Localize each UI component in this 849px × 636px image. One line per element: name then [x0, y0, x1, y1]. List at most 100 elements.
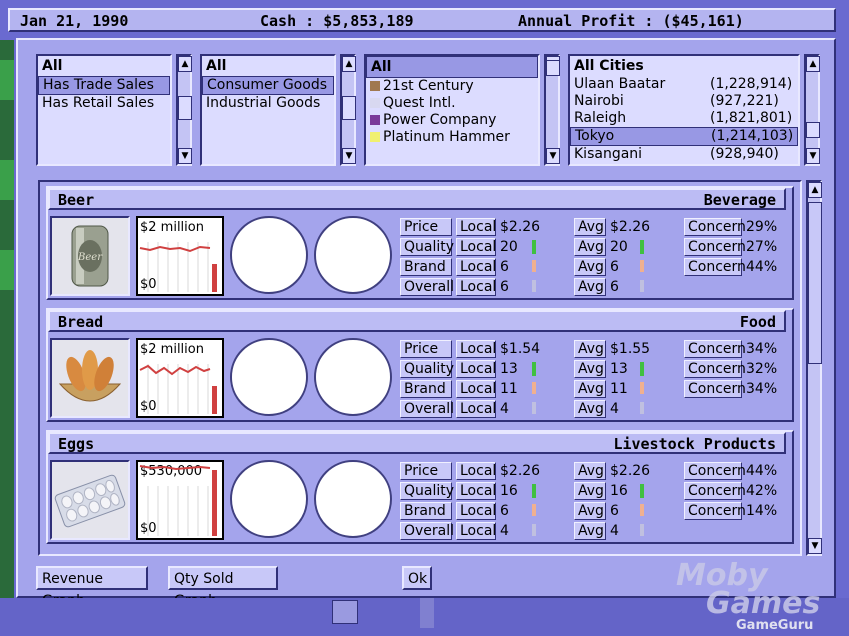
city-item[interactable]: Kisangani (928,940): [570, 146, 798, 163]
local-brand-bar: [532, 382, 536, 394]
city-scrollbar[interactable]: ▲ ▼: [804, 54, 820, 166]
avg-button[interactable]: Avg: [574, 400, 606, 418]
local-button[interactable]: Local: [456, 238, 496, 256]
avg-button[interactable]: Avg: [574, 360, 606, 378]
local-button[interactable]: Local: [456, 340, 496, 358]
scroll-up-icon[interactable]: ▲: [342, 56, 356, 72]
revenue-graph-button[interactable]: Revenue Graph: [36, 566, 148, 609]
city-item[interactable]: Raleigh (1,821,801): [570, 110, 798, 127]
scroll-down-icon[interactable]: ▼: [178, 148, 192, 164]
price-button[interactable]: Price: [400, 462, 452, 480]
concern-button[interactable]: Concern: [684, 462, 746, 480]
goods-type-list[interactable]: All Consumer Goods Industrial Goods: [200, 54, 336, 166]
avg-button[interactable]: Avg: [574, 278, 606, 296]
list-item[interactable]: Has Retail Sales: [38, 95, 170, 112]
quality-button[interactable]: Quality: [400, 482, 454, 500]
scroll-thumb[interactable]: [546, 60, 560, 76]
local-button[interactable]: Local: [456, 278, 496, 296]
list-item[interactable]: Has Trade Sales: [38, 76, 170, 95]
local-button[interactable]: Local: [456, 258, 496, 276]
local-button[interactable]: Local: [456, 380, 496, 398]
city-list[interactable]: All Cities Ulaan Baatar (1,228,914) Nairo…: [568, 54, 800, 166]
sales-type-list[interactable]: All Has Trade Sales Has Retail Sales: [36, 54, 172, 166]
list-item[interactable]: Platinum Hammer: [366, 129, 538, 146]
scroll-up-icon[interactable]: ▲: [808, 182, 822, 198]
scroll-up-icon[interactable]: ▲: [806, 56, 820, 72]
list-item[interactable]: Quest Intl.: [366, 95, 538, 112]
company-header[interactable]: All: [366, 56, 538, 78]
avg-button[interactable]: Avg: [574, 522, 606, 540]
scroll-down-icon[interactable]: ▼: [342, 148, 356, 164]
price-button[interactable]: Price: [400, 218, 452, 236]
sales-type-header[interactable]: All: [38, 56, 170, 76]
scroll-thumb[interactable]: [808, 202, 822, 364]
concern-button[interactable]: Concern: [684, 380, 746, 398]
local-overall-value: 4: [500, 401, 509, 417]
scroll-up-icon[interactable]: ▲: [178, 56, 192, 72]
avg-button[interactable]: Avg: [574, 258, 606, 276]
overall-button[interactable]: Overall: [400, 400, 454, 418]
company-scrollbar[interactable]: ▲ ▼: [544, 54, 560, 166]
toolbar-button[interactable]: [332, 600, 358, 624]
brand-button[interactable]: Brand: [400, 502, 452, 520]
local-button[interactable]: Local: [456, 482, 496, 500]
product-list: Beer Beverage Beer $2 million $0 Price L…: [38, 180, 802, 556]
city-item[interactable]: Tokyo (1,214,103): [570, 127, 798, 146]
company-name: Power Company: [383, 112, 497, 128]
price-button[interactable]: Price: [400, 340, 452, 358]
avg-button[interactable]: Avg: [574, 238, 606, 256]
company-list[interactable]: All 21st Century Quest Intl. Power Compa…: [364, 54, 540, 166]
sales-graph[interactable]: $530,000 $0: [136, 460, 224, 540]
local-button[interactable]: Local: [456, 462, 496, 480]
local-button[interactable]: Local: [456, 360, 496, 378]
quality-button[interactable]: Quality: [400, 360, 454, 378]
sales-graph[interactable]: $2 million $0: [136, 216, 224, 296]
scroll-down-icon[interactable]: ▼: [806, 148, 820, 164]
concern-button[interactable]: Concern: [684, 502, 746, 520]
scroll-thumb[interactable]: [342, 96, 356, 120]
company-color-swatch: [370, 115, 380, 125]
local-button[interactable]: Local: [456, 522, 496, 540]
concern-button[interactable]: Concern: [684, 218, 746, 236]
local-button[interactable]: Local: [456, 502, 496, 520]
scroll-thumb[interactable]: [806, 122, 820, 138]
concern-button[interactable]: Concern: [684, 238, 746, 256]
local-overall-bar: [532, 524, 536, 536]
list-item[interactable]: Power Company: [366, 112, 538, 129]
brand-button[interactable]: Brand: [400, 380, 452, 398]
sales-graph[interactable]: $2 million $0: [136, 338, 224, 418]
goods-type-header[interactable]: All: [202, 56, 334, 76]
city-item[interactable]: Nairobi (927,221): [570, 93, 798, 110]
goods-type-scrollbar[interactable]: ▲ ▼: [340, 54, 356, 166]
brand-button[interactable]: Brand: [400, 258, 452, 276]
list-item[interactable]: Industrial Goods: [202, 95, 334, 112]
product-scrollbar[interactable]: ▲ ▼: [806, 180, 822, 556]
overall-button[interactable]: Overall: [400, 278, 454, 296]
concern-button[interactable]: Concern: [684, 482, 746, 500]
avg-button[interactable]: Avg: [574, 462, 606, 480]
concern-button[interactable]: Concern: [684, 360, 746, 378]
company-name: Platinum Hammer: [383, 129, 510, 145]
scroll-down-icon[interactable]: ▼: [546, 148, 560, 164]
avg-button[interactable]: Avg: [574, 340, 606, 358]
sales-type-scrollbar[interactable]: ▲ ▼: [176, 54, 192, 166]
city-header[interactable]: All Cities: [570, 56, 798, 76]
ok-button[interactable]: Ok: [402, 566, 432, 590]
city-item[interactable]: Ulaan Baatar (1,228,914): [570, 76, 798, 93]
avg-button[interactable]: Avg: [574, 482, 606, 500]
scroll-down-icon[interactable]: ▼: [808, 538, 822, 554]
overall-button[interactable]: Overall: [400, 522, 454, 540]
company-name: Quest Intl.: [383, 95, 456, 111]
avg-button[interactable]: Avg: [574, 218, 606, 236]
avg-button[interactable]: Avg: [574, 380, 606, 398]
local-button[interactable]: Local: [456, 218, 496, 236]
scroll-thumb[interactable]: [178, 96, 192, 120]
concern-button[interactable]: Concern: [684, 340, 746, 358]
list-item[interactable]: 21st Century: [366, 78, 538, 95]
avg-button[interactable]: Avg: [574, 502, 606, 520]
qty-sold-graph-button[interactable]: Qty Sold Graph: [168, 566, 278, 609]
quality-button[interactable]: Quality: [400, 238, 454, 256]
local-button[interactable]: Local: [456, 400, 496, 418]
concern-button[interactable]: Concern: [684, 258, 746, 276]
list-item[interactable]: Consumer Goods: [202, 76, 334, 95]
